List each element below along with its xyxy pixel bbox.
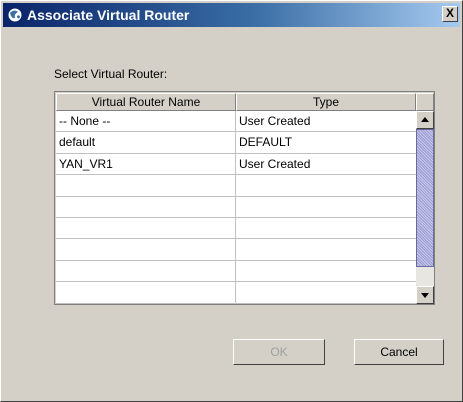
table-row[interactable]	[56, 239, 416, 261]
router-name-cell: default	[56, 132, 236, 153]
close-button[interactable]: X	[442, 6, 458, 22]
table-corner	[416, 93, 434, 111]
arrow-up-icon	[421, 117, 429, 122]
router-type-cell	[236, 218, 416, 238]
router-name-cell	[56, 282, 236, 303]
table-row[interactable]	[56, 175, 416, 197]
column-header-type[interactable]: Type	[236, 93, 416, 111]
router-type-cell: User Created	[239, 114, 311, 128]
table-row[interactable]: YAN_VR1 User Created	[56, 153, 416, 176]
table-row[interactable]	[56, 282, 416, 304]
window-title: Associate Virtual Router	[27, 7, 190, 23]
scroll-thumb[interactable]	[416, 129, 434, 267]
router-table: Virtual Router Name Type -- None -- User…	[54, 91, 435, 305]
select-router-label: Select Virtual Router:	[54, 67, 168, 81]
scroll-down-button[interactable]	[416, 286, 434, 304]
ok-button[interactable]: OK	[233, 339, 325, 365]
router-type-cell: User Created	[239, 156, 311, 171]
router-name-cell	[56, 260, 236, 282]
router-name-cell: -- None --	[56, 111, 236, 132]
router-type-cell	[236, 282, 416, 302]
router-type-cell	[236, 197, 416, 217]
title-bar[interactable]: Associate Virtual Router X	[3, 3, 460, 27]
scroll-up-button[interactable]	[416, 111, 434, 129]
table-body: -- None -- User Created default DEFAULT …	[56, 111, 416, 304]
table-row[interactable]	[56, 196, 416, 218]
router-type-cell: DEFAULT	[239, 135, 293, 150]
scroll-track[interactable]	[416, 267, 434, 286]
router-name-cell	[56, 196, 236, 217]
router-type-cell	[236, 175, 416, 195]
table-row[interactable]	[56, 217, 416, 240]
router-type-cell	[236, 261, 416, 281]
router-type-cell	[236, 239, 416, 259]
dialog-window: Associate Virtual Router X Select Virtua…	[0, 0, 463, 402]
router-name-cell: YAN_VR1	[56, 153, 236, 175]
table-row[interactable]	[56, 260, 416, 283]
table-row[interactable]: default DEFAULT	[56, 132, 416, 154]
router-name-cell	[56, 239, 236, 260]
app-globe-icon	[7, 7, 23, 23]
router-name-cell	[56, 217, 236, 239]
router-name-cell	[56, 175, 236, 196]
table-row[interactable]: -- None -- User Created	[56, 111, 416, 133]
table-scrollbar[interactable]	[416, 111, 434, 304]
arrow-down-icon	[421, 293, 429, 298]
column-header-name[interactable]: Virtual Router Name	[56, 93, 236, 111]
cancel-button[interactable]: Cancel	[354, 339, 444, 365]
